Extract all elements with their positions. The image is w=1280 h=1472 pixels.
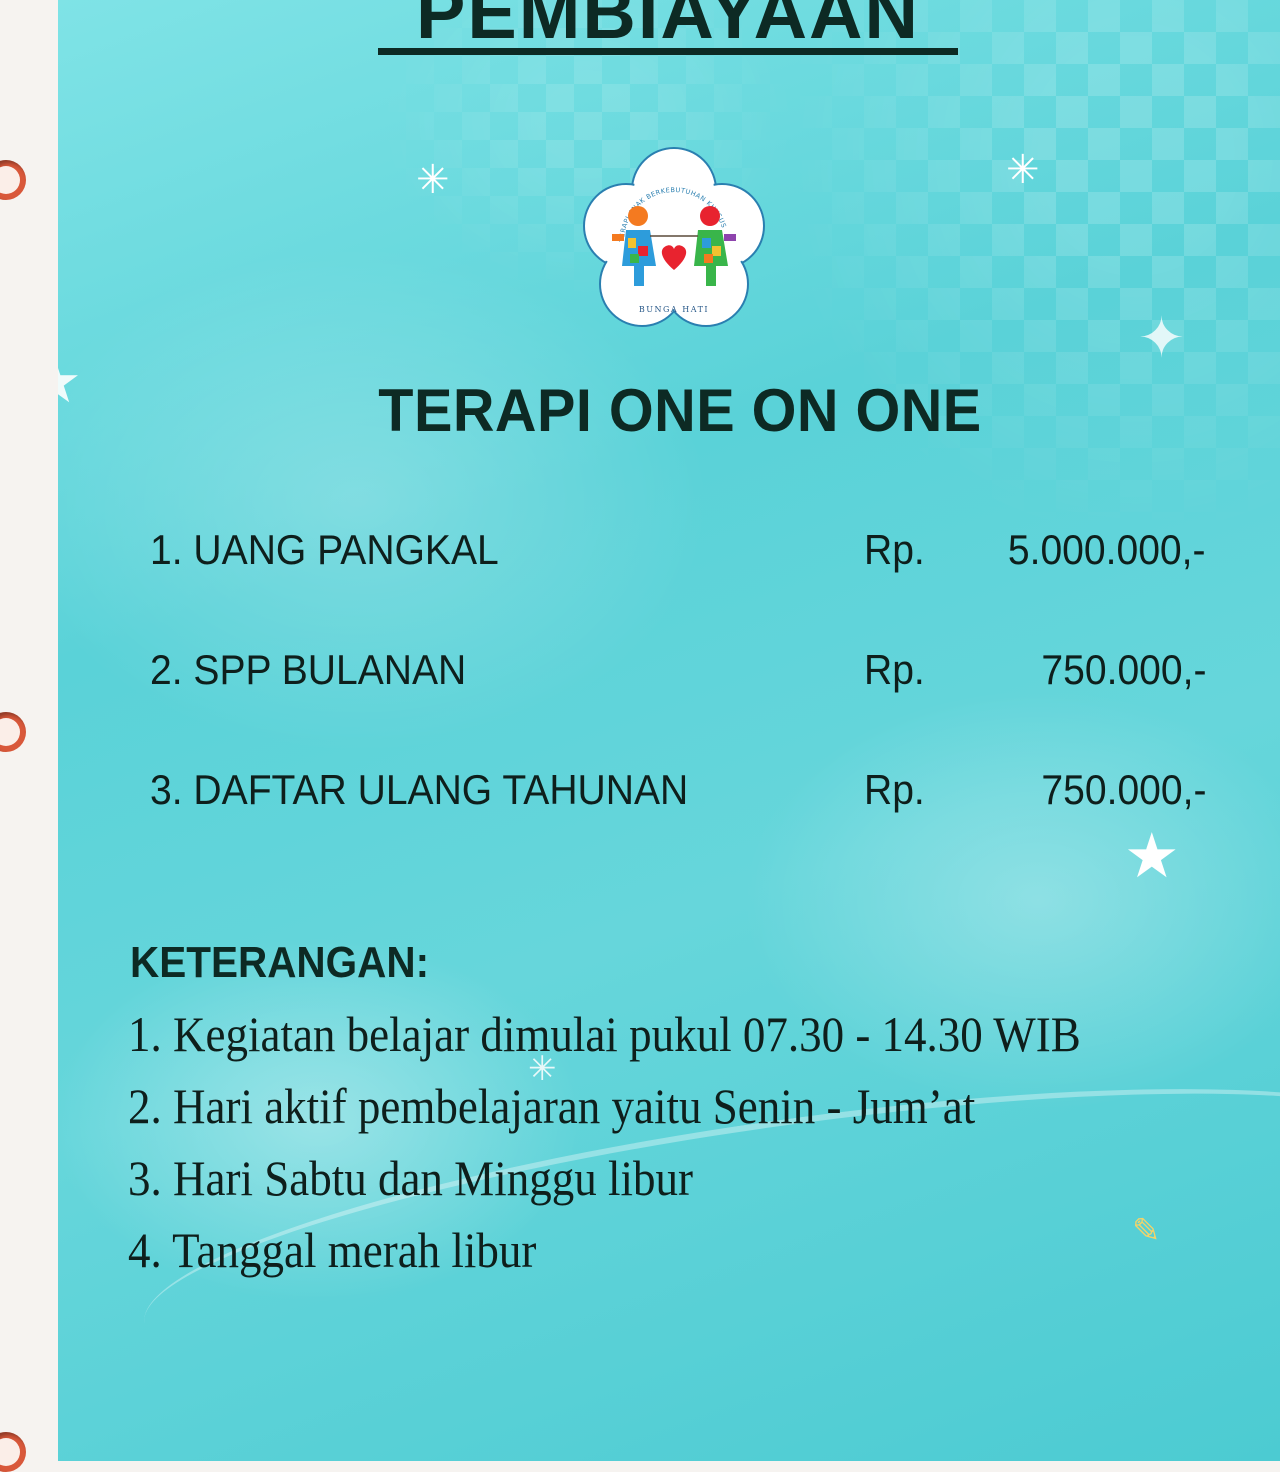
binder-hole — [0, 712, 26, 752]
bunga-hati-logo: TERAPI ANAK BERKEBUTUHAN KHUSUS BUNGA HA… — [583, 147, 765, 327]
list-item: 3. Hari Sabtu dan Minggu libur — [128, 1150, 693, 1206]
list-item: 1. Kegiatan belajar dimulai pukul 07.30 … — [128, 1006, 1081, 1062]
list-item: 4. Tanggal merah libur — [128, 1222, 537, 1278]
binder-hole — [0, 160, 26, 200]
fee-currency: Rp. — [864, 646, 925, 693]
star-icon: ✳ — [1006, 148, 1040, 192]
fee-label: 1. UANG PANGKAL — [150, 526, 499, 573]
fee-currency: Rp. — [864, 526, 925, 573]
star-icon: ✳ — [416, 158, 450, 202]
list-item: 2. Hari aktif pembelajaran yaitu Senin -… — [128, 1078, 976, 1134]
star-icon: ★ — [1124, 822, 1180, 891]
fee-amount: 750.000,- — [1040, 646, 1206, 693]
title-underline — [378, 48, 958, 55]
fee-currency: Rp. — [864, 766, 925, 813]
fee-row: 1. UANG PANGKAL Rp. 5.000.000,- — [150, 526, 1230, 586]
fee-label: 2. SPP BULANAN — [150, 646, 467, 693]
notes-heading: KETERANGAN: — [130, 938, 430, 987]
fee-amount: 5.000.000,- — [1008, 526, 1206, 573]
notes-list: 1. Kegiatan belajar dimulai pukul 07.30 … — [128, 1002, 1187, 1290]
star-icon: ★ — [58, 352, 82, 412]
page-title: PEMBIAYAAN — [416, 0, 920, 52]
fee-amount: 750.000,- — [1040, 766, 1206, 813]
binder-hole — [0, 1432, 26, 1472]
fee-row: 3. DAFTAR ULANG TAHUNAN Rp. 750.000,- — [150, 766, 1230, 826]
star-icon: ✦ — [1138, 306, 1185, 369]
logo-caption: BUNGA HATI — [639, 305, 709, 314]
fee-row: 2. SPP BULANAN Rp. 750.000,- — [150, 646, 1230, 706]
program-title: TERAPI ONE ON ONE — [378, 377, 982, 444]
fee-label: 3. DAFTAR ULANG TAHUNAN — [150, 766, 689, 813]
